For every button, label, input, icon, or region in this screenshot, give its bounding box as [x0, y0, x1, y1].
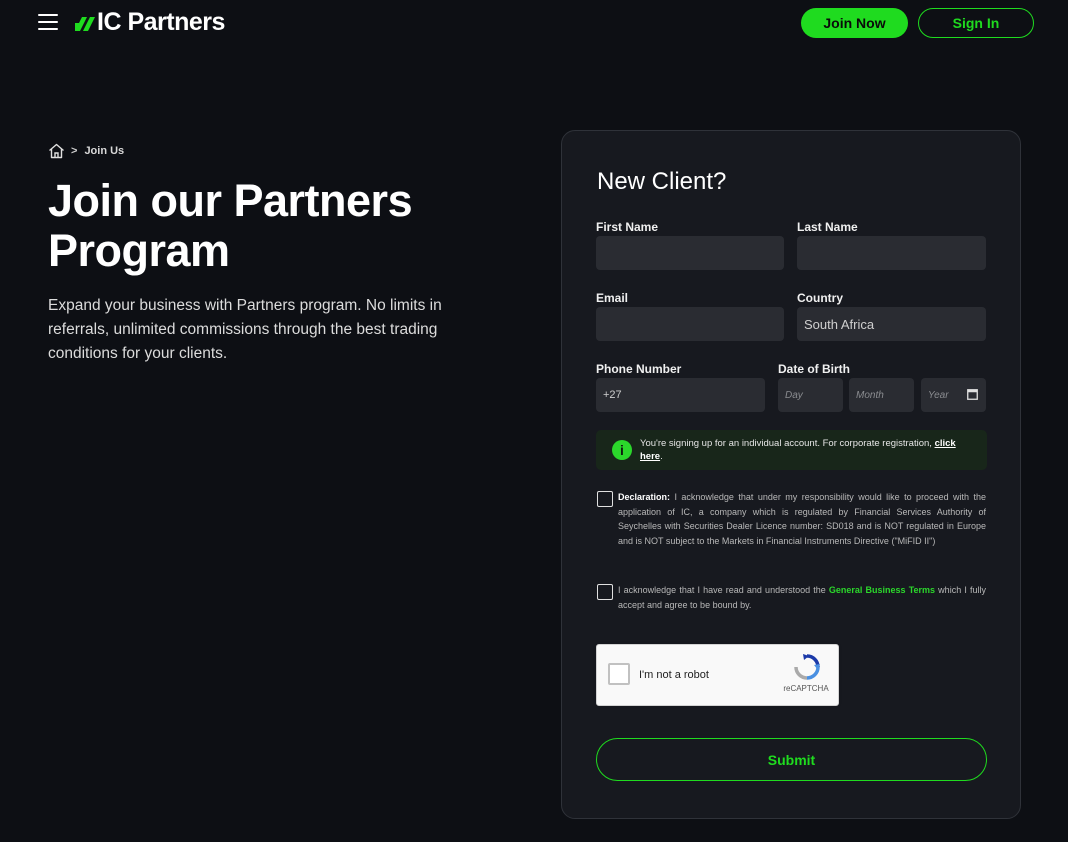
country-label: Country [797, 291, 843, 305]
menu-icon[interactable] [38, 14, 58, 30]
info-message: You're signing up for an individual acco… [640, 438, 932, 449]
form-title: New Client? [597, 168, 727, 195]
phone-input[interactable]: +27 [596, 378, 765, 412]
recaptcha-logo-icon [794, 654, 820, 680]
last-name-input[interactable] [797, 236, 986, 270]
last-name-label: Last Name [797, 220, 858, 234]
info-banner: i You're signing up for an individual ac… [596, 430, 987, 470]
terms-text: I acknowledge that I have read and under… [618, 583, 986, 612]
general-business-terms-link[interactable]: General Business Terms [829, 585, 935, 595]
dob-year-input[interactable]: Year [921, 378, 986, 412]
declaration-body: I acknowledge that under my responsibili… [618, 492, 986, 546]
email-input[interactable] [596, 307, 784, 341]
dob-month-input[interactable]: Month [849, 378, 914, 412]
country-select[interactable]: South Africa [797, 307, 986, 341]
home-icon[interactable] [48, 143, 65, 159]
declaration-checkbox[interactable] [597, 491, 613, 507]
hero-description: Expand your business with Partners progr… [48, 297, 442, 362]
breadcrumb-separator: > [71, 145, 78, 157]
phone-label: Phone Number [596, 362, 682, 376]
recaptcha-label: I'm not a robot [639, 669, 709, 681]
top-nav: IC Partners Join Now Sign In [0, 0, 1068, 46]
calendar-icon[interactable] [967, 388, 978, 400]
breadcrumb-current: Join Us [84, 145, 125, 157]
declaration-text: Declaration: I acknowledge that under my… [618, 490, 986, 548]
recaptcha-widget: I'm not a robot reCAPTCHA [596, 644, 839, 706]
first-name-input[interactable] [596, 236, 784, 270]
logo-text: IC Partners [97, 7, 225, 36]
info-end: . [660, 451, 663, 462]
breadcrumb: > Join Us [48, 143, 124, 159]
dob-label: Date of Birth [778, 362, 850, 376]
dob-day-input[interactable]: Day [778, 378, 843, 412]
signup-form-card: New Client? First Name Last Name Email C… [561, 130, 1021, 819]
info-icon: i [612, 440, 632, 460]
sign-in-button[interactable]: Sign In [918, 8, 1034, 38]
info-text: You're signing up for an individual acco… [640, 437, 970, 463]
logo-mark-icon [75, 17, 95, 31]
page-title: Join our Partners Program [48, 175, 413, 276]
dob-year-placeholder: Year [928, 389, 949, 401]
email-label: Email [596, 291, 629, 305]
recaptcha-brand: reCAPTCHA [783, 684, 829, 693]
submit-button[interactable]: Submit [596, 738, 987, 781]
terms-pre: I acknowledge that I have read and under… [618, 585, 829, 595]
declaration-title: Declaration: [618, 492, 671, 502]
logo[interactable]: IC Partners [75, 8, 225, 36]
first-name-label: First Name [596, 220, 659, 234]
recaptcha-checkbox[interactable] [608, 663, 630, 685]
terms-checkbox[interactable] [597, 584, 613, 600]
join-now-button[interactable]: Join Now [801, 8, 908, 38]
